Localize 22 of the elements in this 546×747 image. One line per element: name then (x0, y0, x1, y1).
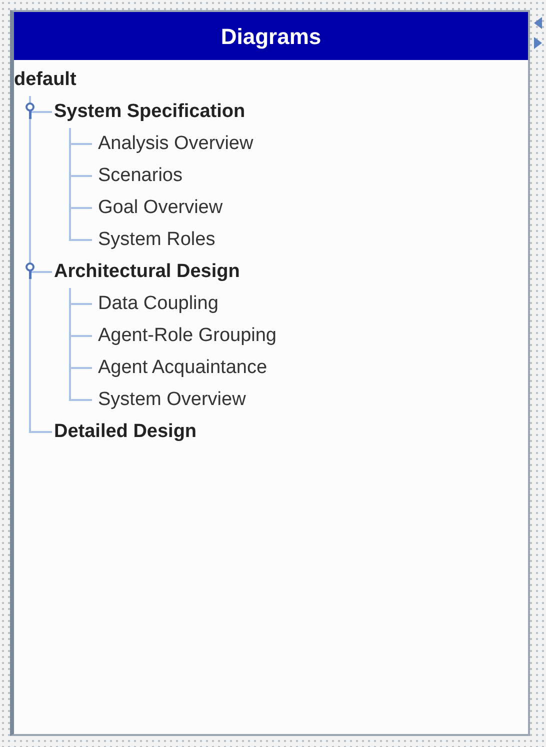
tree-folder-label[interactable]: Detailed Design (54, 418, 197, 446)
expanded-handle-icon[interactable] (24, 262, 36, 280)
tree-connector (69, 160, 92, 192)
tree-connector (29, 416, 52, 433)
tree-connector (69, 320, 92, 352)
tree-item-label[interactable]: System Roles (98, 226, 216, 254)
tree-item-label[interactable]: Agent-Role Grouping (98, 322, 276, 350)
tree-folder-label[interactable]: Architectural Design (54, 258, 240, 286)
collapse-left-icon[interactable] (533, 16, 543, 30)
tree-item-label[interactable]: Agent Acquaintance (98, 354, 268, 382)
tree-connector (69, 128, 92, 160)
tree-item-label[interactable]: System Overview (98, 386, 246, 414)
tree-item-label[interactable]: Scenarios (98, 162, 182, 190)
tree-folder-label[interactable]: default (14, 66, 76, 94)
tree-connector (69, 288, 92, 320)
tree-item-label[interactable]: Analysis Overview (98, 130, 254, 158)
panel-title: Diagrams (220, 22, 322, 51)
tree-folder-label[interactable]: System Specification (54, 98, 246, 126)
collapse-right-icon[interactable] (533, 36, 543, 50)
tree-item-label[interactable]: Data Coupling (98, 290, 218, 318)
tree-item-label[interactable]: Goal Overview (98, 194, 223, 222)
expanded-handle-icon[interactable] (24, 102, 36, 120)
